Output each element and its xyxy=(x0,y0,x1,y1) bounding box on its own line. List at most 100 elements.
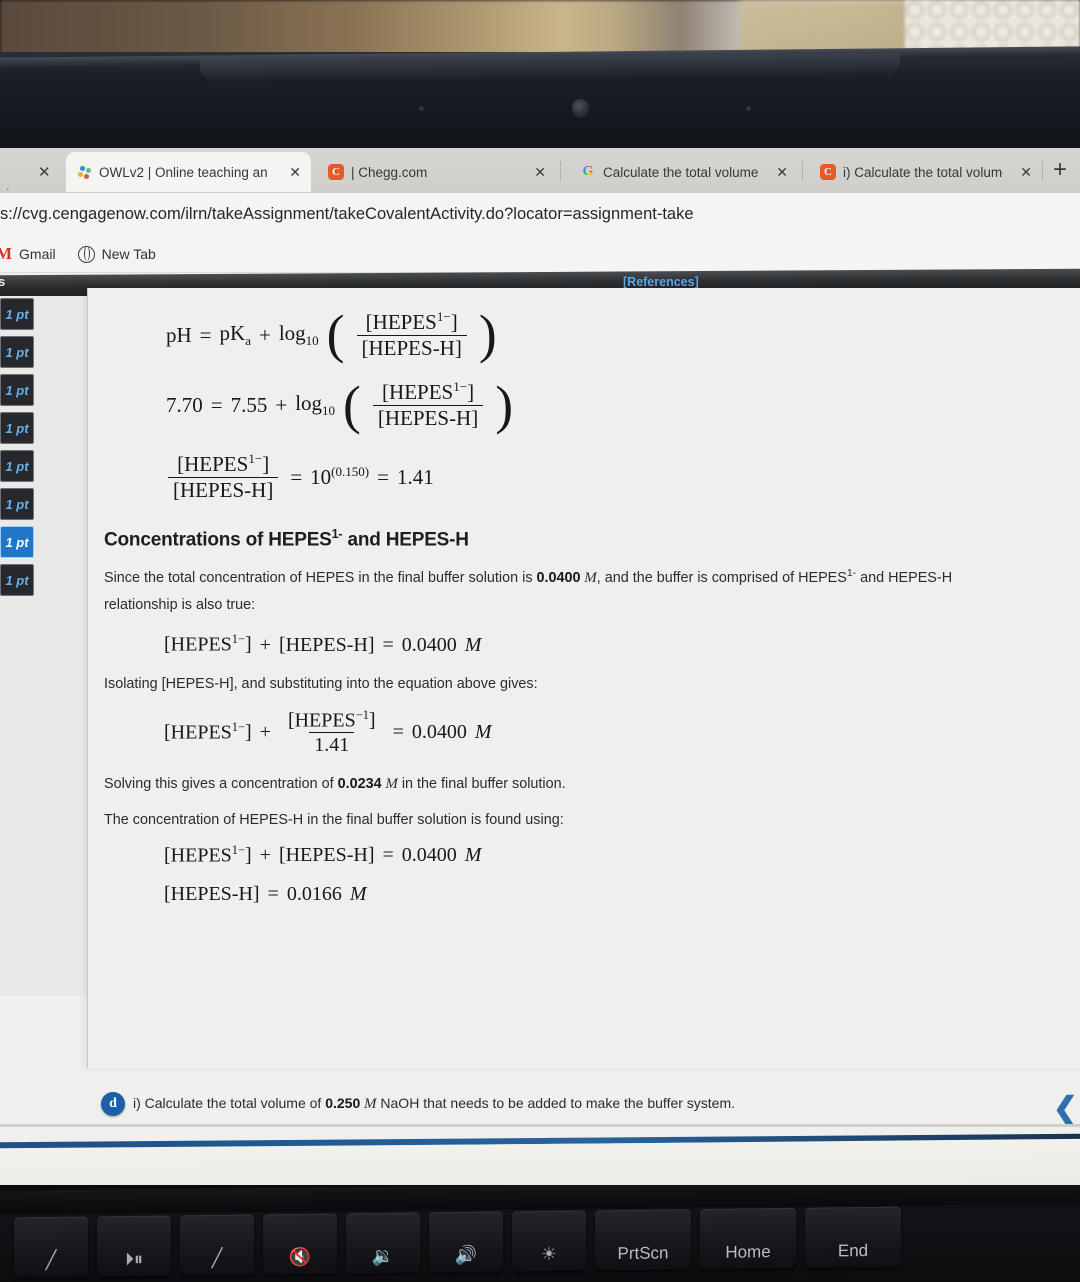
left-paren: ( xyxy=(343,374,361,435)
question-row-d: d i) Calculate the total volume of 0.250… xyxy=(87,1083,1080,1125)
points-badge[interactable]: 1 pt xyxy=(0,336,34,368)
bookmark-label: Gmail xyxy=(19,246,56,262)
key-slash-1[interactable]: ╱ xyxy=(14,1216,88,1278)
globe-icon xyxy=(77,245,95,263)
tab-close-icon[interactable]: ✕ xyxy=(534,164,546,181)
key-play-pause[interactable]: ⏵⏸ xyxy=(97,1215,171,1277)
browser-tab-google-search[interactable]: G Calculate the total volume of ✕ xyxy=(570,152,798,192)
function-key-row: ╱ ⏵⏸ ╱ 🔇 🔉 🔊 ☀ PrtScn Home End xyxy=(0,1204,1080,1282)
eq1-pka: pK xyxy=(219,320,246,345)
browser-tab-chegg[interactable]: C | Chegg.com ✕ xyxy=(318,152,556,192)
points-badge-selected[interactable]: 1 pt xyxy=(0,526,34,558)
eq2-numerator: [HEPES1−] xyxy=(382,379,475,405)
eq4-term2: [HEPES-H] xyxy=(278,633,375,656)
eq3-fraction: [HEPES1−] [HEPES-H] xyxy=(168,451,279,502)
toolbar-left-fragment: s xyxy=(0,274,6,289)
eq7-term1: [HEPES-H] xyxy=(164,882,260,905)
tab-close-icon[interactable]: ✕ xyxy=(1020,164,1032,181)
key-volume-up[interactable]: 🔊 xyxy=(429,1211,503,1273)
eq1-pka-sub: a xyxy=(245,333,251,349)
new-tab-button[interactable]: + xyxy=(1053,158,1067,182)
points-badge[interactable]: 1 pt xyxy=(0,488,34,520)
eq2-plus: + xyxy=(275,392,288,417)
equation-mass-balance: [HEPES1−] + [HEPES-H] = 0.0400 M xyxy=(164,633,1072,656)
eq7-equals: = xyxy=(267,882,279,905)
eq5-fraction: [HEPES−1] 1.41 xyxy=(283,707,381,756)
paragraph-relationship-line2: relationship is also true: xyxy=(104,596,256,613)
url-text: s://cvg.cengagenow.com/ilrn/takeAssignme… xyxy=(0,205,694,223)
points-rail: 1 pt 1 pt 1 pt 1 pt 1 pt 1 pt 1 pt 1 pt xyxy=(0,298,35,602)
key-brightness[interactable]: ☀ xyxy=(512,1210,586,1272)
bookmark-gmail[interactable]: M Gmail xyxy=(0,244,56,264)
eq3-result: 1.41 xyxy=(396,464,434,489)
tab-separator xyxy=(802,161,803,181)
eq6-equals: = xyxy=(382,844,394,867)
equation-henderson-hasselbalch: pH = pKa + log10 ( [HEPES1−] [HEPES-H] ) xyxy=(166,304,1072,365)
eq4-equals: = xyxy=(382,633,394,656)
bookmark-label: New Tab xyxy=(101,246,156,262)
eq7-unit: M xyxy=(349,882,367,905)
google-g-icon: G xyxy=(580,164,596,180)
paragraph-hepes-h-found: The concentration of HEPES-H in the fina… xyxy=(104,811,564,828)
address-bar[interactable]: s://cvg.cengagenow.com/ilrn/takeAssignme… xyxy=(0,193,1080,236)
eq4-value: 0.0400 xyxy=(401,633,457,656)
equation-mass-balance-repeat: [HEPES1−] + [HEPES-H] = 0.0400 M xyxy=(164,842,1072,867)
points-badge[interactable]: 1 pt xyxy=(0,450,34,482)
browser-tab-chegg-answer[interactable]: C i) Calculate the total volume ✕ xyxy=(810,152,1042,192)
eq6-term2: [HEPES-H] xyxy=(278,844,375,867)
equation-substituted-fraction: [HEPES1−] + [HEPES−1] 1.41 = 0.0400 M xyxy=(164,707,1072,756)
right-paren: ) xyxy=(478,304,497,365)
laptop-keyboard: ╱ ⏵⏸ ╱ 🔇 🔉 🔊 ☀ PrtScn Home End xyxy=(0,1185,1080,1282)
partial-tab-close-icon[interactable]: ✕ xyxy=(38,163,51,181)
microphone-hole-left-icon xyxy=(419,106,424,111)
microphone-hole-right-icon xyxy=(746,106,751,111)
key-prtscn[interactable]: PrtScn xyxy=(595,1209,691,1271)
tab-separator xyxy=(1042,161,1043,181)
eq6-term1: [HEPES1−] xyxy=(164,842,252,867)
question-text: i) Calculate the total volume of 0.250 M… xyxy=(133,1095,736,1112)
tab-overflow-dot: . xyxy=(6,178,10,193)
eq4-plus: + xyxy=(259,633,271,656)
solution-card: pH = pKa + log10 ( [HEPES1−] [HEPES-H] )… xyxy=(87,288,1080,1068)
eq2-fraction: [HEPES1−] [HEPES-H] xyxy=(372,379,484,430)
equation-hepes-h-concentration: [HEPES-H] = 0.0166 M xyxy=(164,883,1072,905)
eq1-numerator: [HEPES1−] xyxy=(365,309,458,334)
chegg-c-icon: C xyxy=(328,164,344,180)
eq5-numerator: [HEPES−1] xyxy=(287,707,376,732)
points-badge[interactable]: 1 pt xyxy=(0,564,34,596)
browser-tab-strip: . ✕ OWLv2 | Online teaching and ✕ C | Ch… xyxy=(0,148,1080,193)
paragraph-solving-result: Solving this gives a concentration of 0.… xyxy=(104,776,566,793)
eq3-numerator: [HEPES1−] xyxy=(177,451,270,477)
browser-tab-owlv2[interactable]: OWLv2 | Online teaching and ✕ xyxy=(66,152,311,192)
key-home[interactable]: Home xyxy=(700,1207,796,1270)
eq2-lhs: 7.70 xyxy=(166,392,203,417)
key-mute[interactable]: 🔇 xyxy=(263,1213,337,1275)
tab-close-icon[interactable]: ✕ xyxy=(289,164,301,181)
webcam-icon xyxy=(572,99,589,118)
key-end[interactable]: End xyxy=(805,1206,901,1268)
points-badge[interactable]: 1 pt xyxy=(0,298,34,330)
eq1-log: log xyxy=(278,320,306,345)
tab-close-icon[interactable]: ✕ xyxy=(776,164,788,181)
bookmark-new-tab[interactable]: New Tab xyxy=(77,245,156,263)
eq2-equals: = xyxy=(210,392,223,417)
key-volume-down[interactable]: 🔉 xyxy=(346,1212,420,1274)
eq5-equals: = xyxy=(392,721,404,744)
tab-separator xyxy=(560,161,561,181)
eq5-term1: [HEPES1−] xyxy=(164,720,252,744)
previous-question-chevron-icon[interactable]: ❮ xyxy=(1053,1094,1078,1124)
points-badge[interactable]: 1 pt xyxy=(0,412,34,444)
eq7-value: 0.0166 xyxy=(286,882,342,905)
eq4-term1: [HEPES1−] xyxy=(164,632,252,657)
section-heading: Concentrations of HEPES1- and HEPES-H xyxy=(104,526,469,550)
owl-dots-icon xyxy=(76,164,92,180)
eq5-plus: + xyxy=(259,721,271,744)
key-slash-2[interactable]: ╱ xyxy=(180,1214,254,1276)
eq5-value: 0.0400 xyxy=(411,721,467,744)
laptop-screen: . ✕ OWLv2 | Online teaching and ✕ C | Ch… xyxy=(0,148,1080,1208)
eq5-denominator: 1.41 xyxy=(309,732,355,756)
points-badge[interactable]: 1 pt xyxy=(0,374,34,406)
eq1-lhs: pH xyxy=(166,322,192,347)
references-link[interactable]: [References] xyxy=(623,275,699,289)
eq3-exponent: (0.150) xyxy=(331,464,370,480)
